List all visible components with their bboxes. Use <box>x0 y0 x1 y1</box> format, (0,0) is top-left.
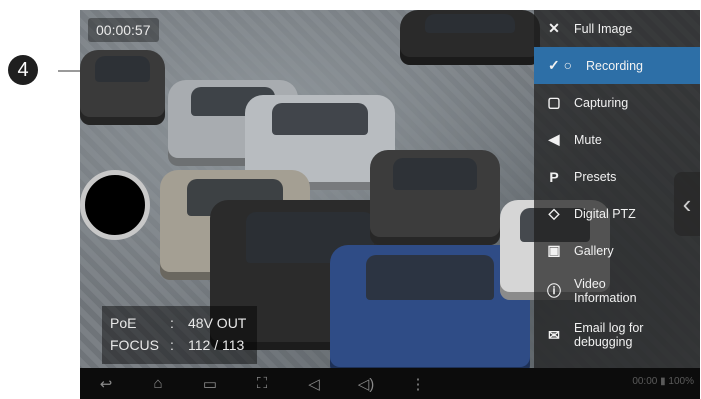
info-value: 112 / 113 <box>188 337 245 353</box>
info-separator: : <box>170 315 174 331</box>
email-icon: ✉ <box>548 326 560 343</box>
menu-item-video-information[interactable]: ⓘ Video Information <box>534 269 700 313</box>
volume-up-icon[interactable]: ◁) <box>340 375 392 393</box>
presets-icon: P <box>549 168 559 185</box>
status-bar: 00:00 ▮ 100% <box>632 376 694 387</box>
callout-number: 4 <box>8 55 38 85</box>
android-navbar: ↩ ⌂ ▭ ⛶ ◁ ◁) ⋮ <box>80 368 700 399</box>
full-image-icon: ✕ <box>548 20 560 36</box>
menu-item-gallery[interactable]: ▣ Gallery <box>534 232 700 269</box>
recording-timer: 00:00:57 <box>88 18 159 42</box>
menu-item-recording[interactable]: ✓ ○ Recording <box>534 47 700 84</box>
menu-item-label: Presets <box>574 169 617 184</box>
menu-item-email-log[interactable]: ✉ Email log for debugging <box>534 313 700 357</box>
status-time: 00:00 <box>632 376 658 387</box>
parked-car <box>80 50 165 125</box>
info-icon: ⓘ <box>547 283 561 299</box>
info-row-focus: FOCUS : 112 / 113 <box>110 334 249 356</box>
volume-down-icon[interactable]: ◁ <box>288 375 340 393</box>
info-label: FOCUS <box>110 337 159 353</box>
battery-icon: ▮ <box>660 376 666 387</box>
menu-item-capturing[interactable]: ▢ Capturing <box>534 84 700 121</box>
speaker-icon: ◀ <box>548 131 560 147</box>
parked-car <box>400 10 540 65</box>
menu-item-label: Capturing <box>574 95 629 110</box>
menu-item-label: Full Image <box>574 21 633 36</box>
menu-item-label: Mute <box>574 132 602 147</box>
menu-collapse-handle[interactable]: ‹ <box>674 172 700 236</box>
gallery-icon: ▣ <box>547 242 561 258</box>
home-icon[interactable]: ⌂ <box>132 375 184 392</box>
menu-item-label: Gallery <box>574 243 614 258</box>
info-label: PoE <box>110 315 137 331</box>
back-icon[interactable]: ↩ <box>80 375 132 393</box>
capture-icon: ▢ <box>547 94 561 110</box>
menu-item-full-image[interactable]: ✕ Full Image <box>534 10 700 47</box>
info-overlay: PoE : 48V OUT FOCUS : 112 / 113 <box>102 306 257 364</box>
screenshot-icon[interactable]: ⛶ <box>236 375 288 392</box>
info-value: 48V OUT <box>188 315 247 331</box>
menu-item-label: Video Information <box>574 277 637 305</box>
parked-car <box>370 150 500 245</box>
menu-item-label: Recording <box>586 58 643 73</box>
more-icon[interactable]: ⋮ <box>392 375 444 393</box>
recent-apps-icon[interactable]: ▭ <box>184 375 236 393</box>
record-button[interactable] <box>80 170 150 240</box>
camera-screen: 00:00:57 PoE : 48V OUT FOCUS : 112 / 113… <box>80 10 700 399</box>
battery-level: 100% <box>668 376 694 387</box>
ptz-icon: ◇ <box>548 205 560 221</box>
recording-check-icon: ✓ ○ <box>547 57 573 73</box>
menu-item-mute[interactable]: ◀ Mute <box>534 121 700 158</box>
info-row-poe: PoE : 48V OUT <box>110 312 249 334</box>
menu-item-label: Email log for debugging <box>574 321 644 349</box>
info-separator: : <box>170 337 174 353</box>
menu-item-label: Digital PTZ <box>574 206 636 221</box>
